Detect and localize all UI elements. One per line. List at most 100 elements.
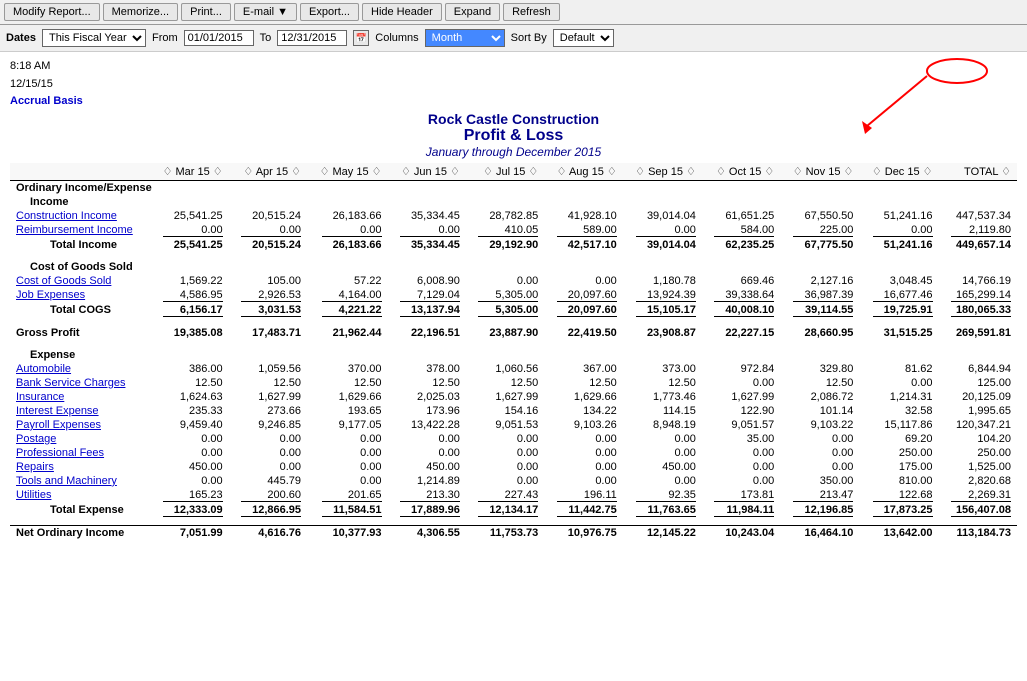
row-payroll-expenses: Payroll Expenses 9,459.40 9,246.85 9,177… (10, 418, 1017, 432)
pe-oct15: 9,051.57 (702, 418, 780, 432)
bank-charges-label[interactable]: Bank Service Charges (10, 376, 150, 390)
insurance-label[interactable]: Insurance (10, 390, 150, 404)
subsection-income: Income (10, 195, 1017, 209)
professional-fees-label[interactable]: Professional Fees (10, 446, 150, 460)
payroll-expenses-label[interactable]: Payroll Expenses (10, 418, 150, 432)
expand-button[interactable]: Expand (445, 3, 500, 21)
gp-sep15: 23,908.87 (623, 326, 702, 340)
post-mar15: 0.00 (150, 432, 228, 446)
col-jun15[interactable]: ♢ Jun 15 ♢ (388, 163, 466, 181)
te-nov15: 12,196.85 (780, 503, 859, 518)
expense-section-label: Expense (10, 348, 1017, 362)
cogs-aug15: 0.00 (544, 274, 622, 288)
report-name: Profit & Loss (10, 127, 1017, 145)
ri-sep15: 0.00 (623, 223, 702, 238)
automobile-label[interactable]: Automobile (10, 362, 150, 376)
hide-header-button[interactable]: Hide Header (362, 3, 442, 21)
spacer-row-4 (10, 518, 1017, 526)
row-insurance: Insurance 1,624.63 1,627.99 1,629.66 2,0… (10, 390, 1017, 404)
ti-oct15: 62,235.25 (702, 238, 780, 252)
to-date-input[interactable] (277, 30, 347, 46)
post-jun15: 0.00 (388, 432, 466, 446)
repairs-label[interactable]: Repairs (10, 460, 150, 474)
calendar-icon[interactable]: 📅 (353, 30, 369, 46)
rep-dec15: 175.00 (859, 460, 938, 474)
col-jul15[interactable]: ♢ Jul 15 ♢ (466, 163, 544, 181)
memorize-button[interactable]: Memorize... (103, 3, 178, 21)
ie-dec15: 32.58 (859, 404, 938, 418)
tcogs-jun15: 13,137.94 (388, 303, 466, 318)
ie-jun15: 173.96 (388, 404, 466, 418)
ci-nov15: 67,550.50 (780, 209, 859, 223)
pe-may15: 9,177.05 (307, 418, 387, 432)
to-label: To (260, 32, 272, 44)
ci-dec15: 51,241.16 (859, 209, 938, 223)
row-bank-charges: Bank Service Charges 12.50 12.50 12.50 1… (10, 376, 1017, 390)
je-jul15: 5,305.00 (466, 288, 544, 303)
email-button[interactable]: E-mail ▼ (234, 3, 297, 21)
col-aug15[interactable]: ♢ Aug 15 ♢ (544, 163, 622, 181)
row-automobile: Automobile 386.00 1,059.56 370.00 378.00… (10, 362, 1017, 376)
bsc-oct15: 0.00 (702, 376, 780, 390)
modify-report-button[interactable]: Modify Report... (4, 3, 100, 21)
ti-jun15: 35,334.45 (388, 238, 466, 252)
gp-nov15: 28,660.95 (780, 326, 859, 340)
noi-total: 113,184.73 (939, 526, 1017, 541)
cogs-may15: 57.22 (307, 274, 387, 288)
report-time: 8:18 AM (10, 58, 1017, 76)
ins-oct15: 1,627.99 (702, 390, 780, 404)
cogs-row-label[interactable]: Cost of Goods Sold (10, 274, 150, 288)
refresh-button[interactable]: Refresh (503, 3, 560, 21)
columns-label: Columns (375, 32, 418, 44)
je-oct15: 39,338.64 (702, 288, 780, 303)
print-button[interactable]: Print... (181, 3, 231, 21)
total-income-label: Total Income (10, 238, 150, 252)
row-professional-fees: Professional Fees 0.00 0.00 0.00 0.00 0.… (10, 446, 1017, 460)
col-dec15[interactable]: ♢ Dec 15 ♢ (859, 163, 938, 181)
col-mar15[interactable]: ♢ Mar 15 ♢ (150, 163, 228, 181)
postage-label[interactable]: Postage (10, 432, 150, 446)
tools-machinery-label[interactable]: Tools and Machinery (10, 474, 150, 488)
rep-may15: 0.00 (307, 460, 387, 474)
from-label: From (152, 32, 178, 44)
fiscal-year-select[interactable]: This Fiscal Year (42, 29, 146, 47)
ri-oct15: 584.00 (702, 223, 780, 238)
col-nov15[interactable]: ♢ Nov 15 ♢ (780, 163, 859, 181)
from-date-input[interactable] (184, 30, 254, 46)
noi-jun15: 4,306.55 (388, 526, 466, 541)
ri-jul15: 410.05 (466, 223, 544, 238)
col-may15[interactable]: ♢ May 15 ♢ (307, 163, 387, 181)
noi-sep15: 12,145.22 (623, 526, 702, 541)
tm-sep15: 0.00 (623, 474, 702, 488)
pe-sep15: 8,948.19 (623, 418, 702, 432)
gp-oct15: 22,227.15 (702, 326, 780, 340)
ti-total: 449,657.14 (939, 238, 1017, 252)
ri-may15: 0.00 (307, 223, 387, 238)
bsc-mar15: 12.50 (150, 376, 228, 390)
ci-apr15: 20,515.24 (229, 209, 307, 223)
reimbursement-income-label[interactable]: Reimbursement Income (10, 223, 150, 238)
pe-total: 120,347.21 (939, 418, 1017, 432)
je-sep15: 13,924.39 (623, 288, 702, 303)
ie-sep15: 114.15 (623, 404, 702, 418)
col-oct15[interactable]: ♢ Oct 15 ♢ (702, 163, 780, 181)
job-expenses-label[interactable]: Job Expenses (10, 288, 150, 303)
col-apr15[interactable]: ♢ Apr 15 ♢ (229, 163, 307, 181)
tm-apr15: 445.79 (229, 474, 307, 488)
cogs-jul15: 0.00 (466, 274, 544, 288)
utilities-label[interactable]: Utilities (10, 488, 150, 503)
noi-dec15: 13,642.00 (859, 526, 938, 541)
interest-expense-label[interactable]: Interest Expense (10, 404, 150, 418)
ci-total: 447,537.34 (939, 209, 1017, 223)
auto-total: 6,844.94 (939, 362, 1017, 376)
columns-select[interactable]: Month (425, 29, 505, 47)
tm-total: 2,820.68 (939, 474, 1017, 488)
col-total[interactable]: TOTAL ♢ (939, 163, 1017, 181)
ci-sep15: 39,014.04 (623, 209, 702, 223)
export-button[interactable]: Export... (300, 3, 359, 21)
column-header-row: ♢ Mar 15 ♢ ♢ Apr 15 ♢ ♢ May 15 ♢ ♢ Jun 1… (10, 163, 1017, 181)
ri-mar15: 0.00 (150, 223, 228, 238)
sort-select[interactable]: Default (553, 29, 614, 47)
construction-income-label[interactable]: Construction Income (10, 209, 150, 223)
col-sep15[interactable]: ♢ Sep 15 ♢ (623, 163, 702, 181)
